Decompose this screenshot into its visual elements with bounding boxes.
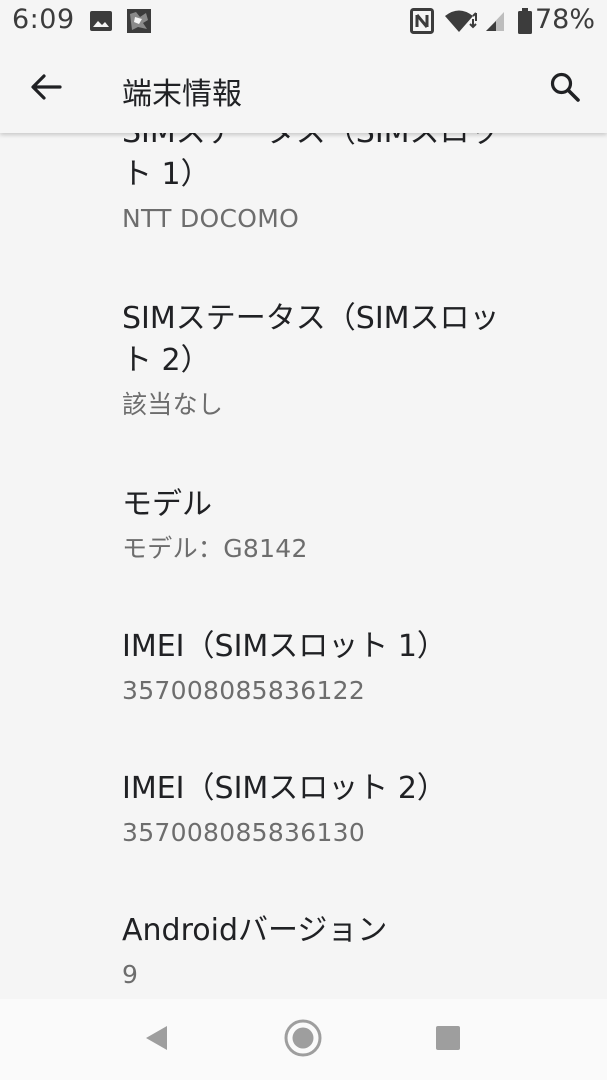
sim-status-slot1-item[interactable]: SIMステータス（SIMスロッ ト 1） NTT DOCOMO <box>0 133 607 245</box>
pref-summary: 該当なし <box>122 390 224 419</box>
pref-title: IMEI（SIMスロット 2） <box>122 771 447 806</box>
arrow-back-icon <box>30 73 62 105</box>
nav-recents-button[interactable] <box>423 1015 473 1065</box>
settings-list: SIMステータス（SIMスロッ ト 1） NTT DOCOMO SIMステータス… <box>0 133 607 999</box>
pref-title: モデル <box>122 487 212 522</box>
nav-back-icon <box>143 1024 169 1056</box>
nav-home-icon <box>283 1018 323 1062</box>
nfc-icon <box>410 8 434 38</box>
search-button[interactable] <box>539 63 591 115</box>
nav-recents-icon <box>435 1025 461 1055</box>
wifi-icon <box>444 9 478 37</box>
status-bar: 6:09 78% <box>0 0 607 45</box>
app-bar: 端末情報 <box>0 45 607 133</box>
imei-slot1-item[interactable]: IMEI（SIMスロット 1） 357008085836122 <box>0 573 607 715</box>
nav-home-button[interactable] <box>278 1015 328 1065</box>
android-version-item[interactable]: Androidバージョン 9 <box>0 857 607 999</box>
status-time: 6:09 <box>12 4 75 35</box>
pref-summary: モデル：G8142 <box>122 534 308 563</box>
nav-back-button[interactable] <box>131 1015 181 1065</box>
battery-percentage: 78% <box>534 4 595 35</box>
pref-summary: NTT DOCOMO <box>122 204 300 233</box>
sim-status-slot2-item[interactable]: SIMステータス（SIMスロッ ト 2） 該当なし <box>0 245 607 431</box>
notification-app-icon <box>126 8 152 38</box>
pref-summary: 9 <box>122 960 139 989</box>
search-icon <box>549 71 581 107</box>
back-button[interactable] <box>20 63 72 115</box>
pref-summary: 357008085836130 <box>122 818 366 847</box>
cell-signal-icon <box>484 10 506 36</box>
navigation-bar <box>0 999 607 1080</box>
settings-list-viewport[interactable]: SIMステータス（SIMスロッ ト 1） NTT DOCOMO SIMステータス… <box>0 133 607 999</box>
pref-title: Androidバージョン <box>122 913 388 948</box>
pref-summary: 357008085836122 <box>122 676 366 705</box>
pref-title: IMEI（SIMスロット 1） <box>122 629 447 664</box>
battery-icon <box>518 8 532 38</box>
pref-title: SIMステータス（SIMスロッ ト 1） <box>122 133 500 192</box>
page-title: 端末情報 <box>122 77 242 112</box>
image-icon <box>90 11 112 35</box>
imei-slot2-item[interactable]: IMEI（SIMスロット 2） 357008085836130 <box>0 715 607 857</box>
model-item[interactable]: モデル モデル：G8142 <box>0 431 607 573</box>
pref-title: SIMステータス（SIMスロッ ト 2） <box>122 301 500 378</box>
